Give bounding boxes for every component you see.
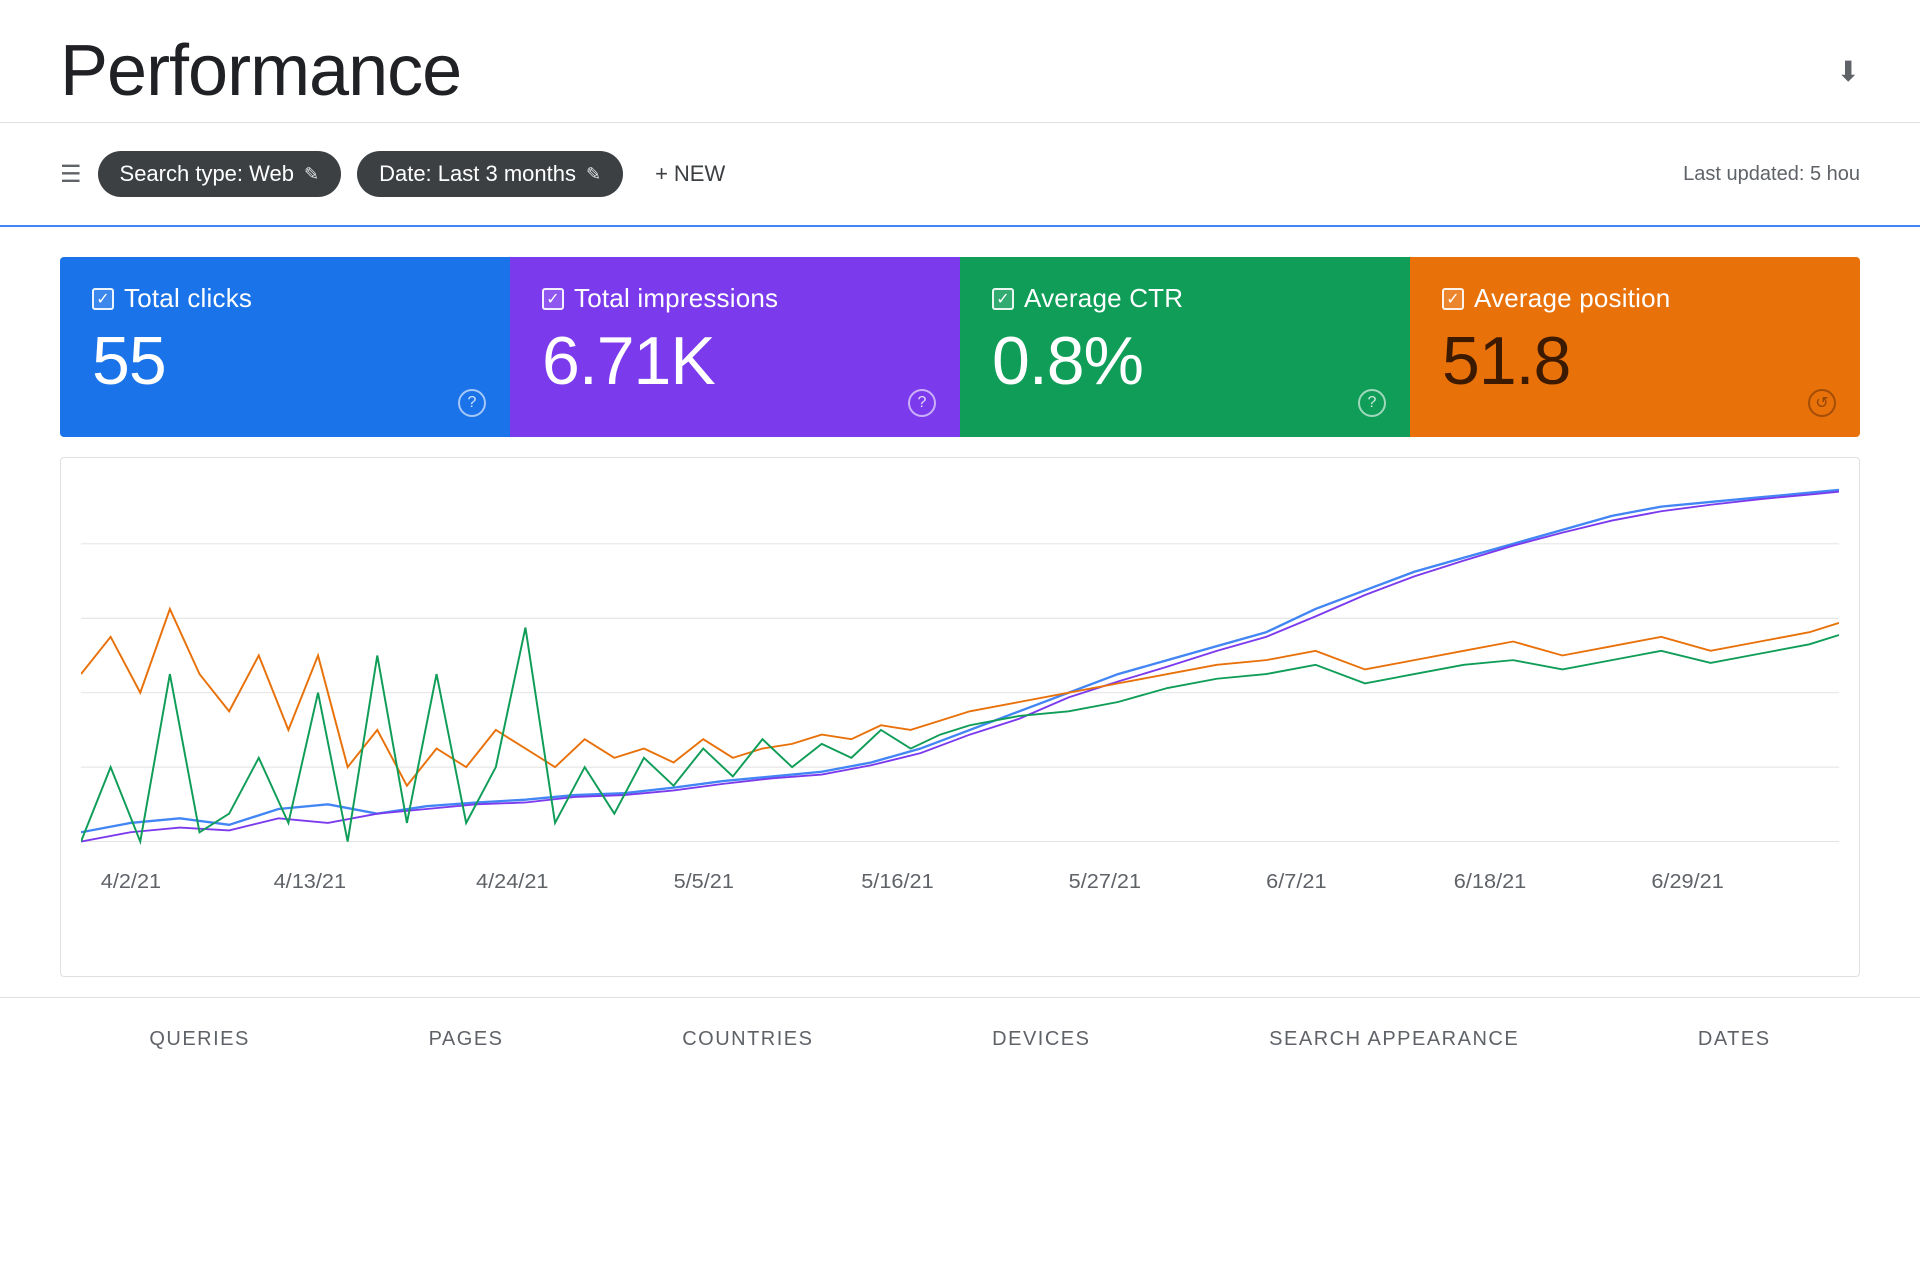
bottom-tabs: QUERIES PAGES COUNTRIES DEVICES SEARCH A… xyxy=(0,997,1920,1070)
search-type-button[interactable]: Search type: Web ✎ xyxy=(98,151,342,197)
clicks-label: Total clicks xyxy=(124,283,252,314)
page-wrapper: Performance ⬇ ☰ Search type: Web ✎ Date:… xyxy=(0,0,1920,1281)
tab-countries[interactable]: COUNTRIES xyxy=(682,1028,813,1070)
svg-text:6/18/21: 6/18/21 xyxy=(1454,871,1526,893)
svg-text:4/2/21: 4/2/21 xyxy=(101,871,161,893)
svg-text:4/13/21: 4/13/21 xyxy=(274,871,346,893)
filter-icon[interactable]: ☰ xyxy=(60,160,82,189)
position-checkbox[interactable]: ✓ xyxy=(1442,288,1464,310)
performance-chart: 4/2/21 4/13/21 4/24/21 5/5/21 5/16/21 5/… xyxy=(81,488,1839,916)
tab-pages[interactable]: PAGES xyxy=(429,1028,504,1070)
search-type-label: Search type: Web xyxy=(120,161,294,187)
metrics-row: ✓ Total clicks 55 ? ✓ Total impressions … xyxy=(60,257,1860,437)
position-value: 51.8 xyxy=(1442,324,1828,399)
new-button[interactable]: + NEW xyxy=(639,151,741,197)
edit-date-icon: ✎ xyxy=(586,164,601,185)
clicks-value: 55 xyxy=(92,324,478,399)
clicks-help-icon[interactable]: ? xyxy=(458,389,486,417)
position-help-icon[interactable]: ↺ xyxy=(1808,389,1836,417)
toolbar: ☰ Search type: Web ✎ Date: Last 3 months… xyxy=(0,123,1920,227)
ctr-checkbox[interactable]: ✓ xyxy=(992,288,1014,310)
metric-clicks-label-row: ✓ Total clicks xyxy=(92,283,478,314)
impressions-checkbox[interactable]: ✓ xyxy=(542,288,564,310)
metric-position-label-row: ✓ Average position xyxy=(1442,283,1828,314)
tab-devices[interactable]: DEVICES xyxy=(992,1028,1090,1070)
download-icon[interactable]: ⬇ xyxy=(1837,55,1860,88)
svg-text:5/16/21: 5/16/21 xyxy=(861,871,933,893)
ctr-label: Average CTR xyxy=(1024,283,1183,314)
impressions-label: Total impressions xyxy=(574,283,778,314)
svg-text:6/7/21: 6/7/21 xyxy=(1266,871,1326,893)
metric-impressions-label-row: ✓ Total impressions xyxy=(542,283,928,314)
plus-icon: + xyxy=(655,161,668,187)
svg-text:6/29/21: 6/29/21 xyxy=(1651,871,1723,893)
header: Performance ⬇ xyxy=(0,0,1920,123)
ctr-help-icon[interactable]: ? xyxy=(1358,389,1386,417)
svg-text:5/27/21: 5/27/21 xyxy=(1069,871,1141,893)
edit-search-type-icon: ✎ xyxy=(304,164,319,185)
tab-dates[interactable]: DATES xyxy=(1698,1028,1771,1070)
svg-text:5/5/21: 5/5/21 xyxy=(674,871,734,893)
metric-ctr-label-row: ✓ Average CTR xyxy=(992,283,1378,314)
chart-area: 4/2/21 4/13/21 4/24/21 5/5/21 5/16/21 5/… xyxy=(60,457,1860,977)
new-label: NEW xyxy=(674,161,725,187)
impressions-value: 6.71K xyxy=(542,324,928,399)
metric-card-impressions[interactable]: ✓ Total impressions 6.71K ? xyxy=(510,257,960,437)
ctr-value: 0.8% xyxy=(992,324,1378,399)
metric-card-clicks[interactable]: ✓ Total clicks 55 ? xyxy=(60,257,510,437)
position-label: Average position xyxy=(1474,283,1670,314)
clicks-checkbox[interactable]: ✓ xyxy=(92,288,114,310)
svg-text:4/24/21: 4/24/21 xyxy=(476,871,548,893)
last-updated-text: Last updated: 5 hou xyxy=(1683,163,1860,186)
metric-card-ctr[interactable]: ✓ Average CTR 0.8% ? xyxy=(960,257,1410,437)
tab-search-appearance[interactable]: SEARCH APPEARANCE xyxy=(1269,1028,1519,1070)
tab-queries[interactable]: QUERIES xyxy=(149,1028,250,1070)
date-label: Date: Last 3 months xyxy=(379,161,576,187)
metric-card-position[interactable]: ✓ Average position 51.8 ↺ xyxy=(1410,257,1860,437)
date-filter-button[interactable]: Date: Last 3 months ✎ xyxy=(357,151,623,197)
page-title: Performance xyxy=(60,30,461,112)
impressions-help-icon[interactable]: ? xyxy=(908,389,936,417)
